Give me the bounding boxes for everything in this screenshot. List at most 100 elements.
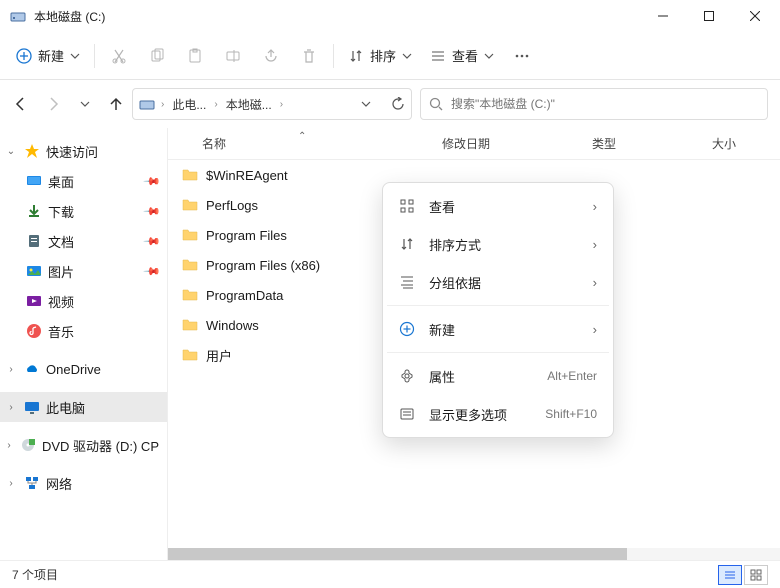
paste-button[interactable] bbox=[177, 38, 213, 74]
share-button[interactable] bbox=[253, 38, 289, 74]
network-icon bbox=[24, 475, 40, 491]
sidebar-pictures[interactable]: 图片📌 bbox=[22, 256, 167, 286]
sidebar-documents[interactable]: 文档📌 bbox=[22, 226, 167, 256]
recent-button[interactable] bbox=[80, 99, 90, 109]
maximize-button[interactable] bbox=[686, 0, 732, 32]
view-details-button[interactable] bbox=[718, 565, 742, 585]
chevron-right-icon[interactable]: › bbox=[4, 478, 18, 489]
sidebar-dvd[interactable]: ›DVD 驱动器 (D:) CP bbox=[0, 430, 167, 460]
pin-icon: 📌 bbox=[143, 232, 162, 251]
address-dropdown[interactable] bbox=[361, 99, 371, 109]
chevron-right-icon: › bbox=[593, 275, 597, 290]
item-count: 7 个项目 bbox=[12, 566, 58, 583]
column-type[interactable]: 类型 bbox=[578, 135, 698, 152]
chevron-down-icon bbox=[484, 51, 494, 61]
sidebar-music[interactable]: 音乐 bbox=[22, 316, 167, 346]
sidebar-quick-access[interactable]: ⌄ 快速访问 bbox=[0, 136, 167, 166]
rename-button[interactable] bbox=[215, 38, 251, 74]
column-headers: 名称⌃ 修改日期 类型 大小 bbox=[168, 128, 780, 160]
chevron-right-icon: › bbox=[593, 199, 597, 214]
sidebar: ⌄ 快速访问 桌面📌 下载📌 文档📌 图片📌 视频 音乐 ›OneDrive ›… bbox=[0, 128, 168, 560]
folder-icon bbox=[182, 287, 198, 303]
up-button[interactable] bbox=[108, 96, 124, 112]
column-name[interactable]: 名称⌃ bbox=[168, 135, 428, 152]
breadcrumb-item[interactable]: 此电... bbox=[170, 96, 208, 113]
view-button[interactable]: 查看 bbox=[422, 38, 502, 74]
copy-button[interactable] bbox=[139, 38, 175, 74]
back-button[interactable] bbox=[12, 96, 28, 112]
folder-icon bbox=[182, 347, 198, 363]
ctx-properties[interactable]: 属性 Alt+Enter bbox=[387, 357, 609, 395]
ctx-show-more[interactable]: 显示更多选项 Shift+F10 bbox=[387, 395, 609, 433]
cloud-icon bbox=[24, 361, 40, 377]
monitor-icon bbox=[24, 399, 40, 415]
ctx-view[interactable]: 查看 › bbox=[387, 187, 609, 225]
copy-icon bbox=[149, 48, 165, 64]
pictures-icon bbox=[26, 263, 42, 279]
group-icon bbox=[399, 274, 415, 290]
folder-icon bbox=[182, 197, 198, 213]
plus-circle-icon bbox=[16, 48, 32, 64]
desktop-icon bbox=[26, 173, 42, 189]
sidebar-videos[interactable]: 视频 bbox=[22, 286, 167, 316]
share-icon bbox=[263, 48, 279, 64]
paste-icon bbox=[187, 48, 203, 64]
search-bar[interactable] bbox=[420, 88, 768, 120]
pin-icon: 📌 bbox=[143, 172, 162, 191]
more-button[interactable] bbox=[504, 38, 540, 74]
music-icon bbox=[26, 323, 42, 339]
chevron-right-icon[interactable]: › bbox=[278, 99, 285, 110]
view-thumbnails-button[interactable] bbox=[744, 565, 768, 585]
delete-button[interactable] bbox=[291, 38, 327, 74]
folder-icon bbox=[182, 257, 198, 273]
status-bar: 7 个项目 bbox=[0, 560, 780, 588]
new-button[interactable]: 新建 bbox=[8, 38, 88, 74]
sidebar-desktop[interactable]: 桌面📌 bbox=[22, 166, 167, 196]
cut-icon bbox=[111, 48, 127, 64]
trash-icon bbox=[301, 48, 317, 64]
search-input[interactable] bbox=[451, 97, 759, 111]
chevron-right-icon: › bbox=[593, 322, 597, 337]
drive-icon bbox=[139, 96, 155, 112]
cut-button[interactable] bbox=[101, 38, 137, 74]
view-icon bbox=[430, 48, 446, 64]
context-menu: 查看 › 排序方式 › 分组依据 › 新建 › 属性 Alt+Enter 显示更… bbox=[382, 182, 614, 438]
ctx-new[interactable]: 新建 › bbox=[387, 310, 609, 348]
sidebar-network[interactable]: ›网络 bbox=[0, 468, 167, 498]
scrollbar-thumb[interactable] bbox=[168, 548, 627, 560]
more-icon bbox=[514, 48, 530, 64]
more-icon bbox=[399, 406, 415, 422]
star-icon bbox=[24, 143, 40, 159]
disc-icon bbox=[20, 437, 36, 453]
column-size[interactable]: 大小 bbox=[698, 135, 780, 152]
ctx-sort[interactable]: 排序方式 › bbox=[387, 225, 609, 263]
properties-icon bbox=[399, 368, 415, 384]
address-bar[interactable]: › 此电... › 本地磁... › bbox=[132, 88, 412, 120]
chevron-right-icon[interactable]: › bbox=[4, 364, 18, 375]
chevron-right-icon[interactable]: › bbox=[4, 440, 14, 451]
sidebar-this-pc[interactable]: ›此电脑 bbox=[0, 392, 167, 422]
pin-icon: 📌 bbox=[143, 262, 162, 281]
refresh-button[interactable] bbox=[391, 97, 405, 111]
minimize-button[interactable] bbox=[640, 0, 686, 32]
chevron-right-icon[interactable]: › bbox=[4, 402, 18, 413]
column-date[interactable]: 修改日期 bbox=[428, 135, 578, 152]
sort-button[interactable]: 排序 bbox=[340, 38, 420, 74]
chevron-right-icon[interactable]: › bbox=[159, 99, 166, 110]
document-icon bbox=[26, 233, 42, 249]
folder-icon bbox=[182, 227, 198, 243]
close-button[interactable] bbox=[732, 0, 778, 32]
chevron-down-icon bbox=[402, 51, 412, 61]
chevron-right-icon[interactable]: › bbox=[212, 99, 219, 110]
divider bbox=[333, 44, 334, 68]
separator bbox=[387, 305, 609, 306]
sort-icon bbox=[348, 48, 364, 64]
ctx-group[interactable]: 分组依据 › bbox=[387, 263, 609, 301]
breadcrumb-item[interactable]: 本地磁... bbox=[224, 96, 274, 113]
chevron-down-icon[interactable]: ⌄ bbox=[4, 146, 18, 157]
horizontal-scrollbar[interactable] bbox=[168, 548, 780, 560]
sidebar-onedrive[interactable]: ›OneDrive bbox=[0, 354, 167, 384]
video-icon bbox=[26, 293, 42, 309]
forward-button[interactable] bbox=[46, 96, 62, 112]
sidebar-downloads[interactable]: 下载📌 bbox=[22, 196, 167, 226]
